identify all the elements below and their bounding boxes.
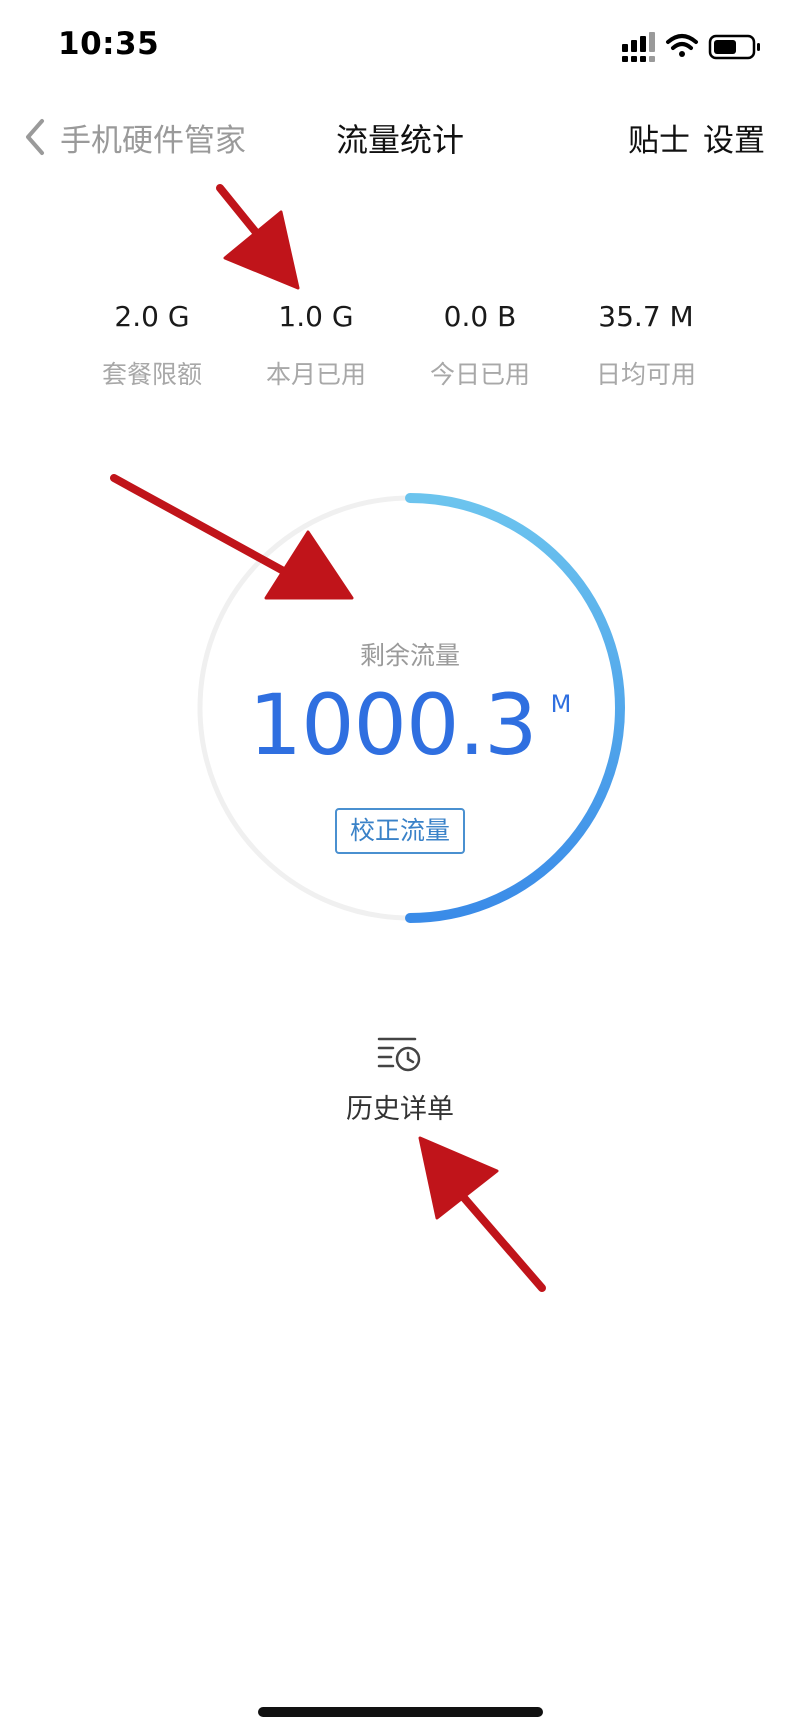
stat-value: 0.0 B: [443, 300, 517, 333]
stat-value: 2.0 G: [114, 300, 190, 333]
annotation-arrow: [216, 184, 300, 290]
settings-button[interactable]: 设置: [703, 115, 765, 160]
remaining-traffic-gauge: 剩余流量 1000.3 M 校正流量: [180, 478, 640, 938]
remaining-unit: M: [550, 690, 572, 718]
stat-caption: 套餐限额: [101, 360, 202, 389]
chevron-left-icon: [26, 119, 44, 155]
history-details-button[interactable]: 历史详单: [300, 1035, 500, 1126]
status-bar: 10:35: [0, 0, 800, 100]
back-button[interactable]: 手机硬件管家: [22, 112, 246, 162]
status-icons: [620, 30, 770, 64]
battery-icon: [708, 34, 760, 60]
stat-caption: 今日已用: [429, 360, 530, 389]
back-label: 手机硬件管家: [60, 122, 246, 159]
stat-value: 35.7 M: [598, 300, 694, 333]
tips-button[interactable]: 贴士: [628, 115, 690, 160]
stat-caption: 日均可用: [595, 360, 696, 389]
home-indicator: [258, 1707, 543, 1717]
cellular-signal-icon: [622, 32, 655, 62]
traffic-stats-screen: 10:35 手机硬件管家 流量统计 贴士 设置 2.0 G 套餐限额 1.0 G…: [0, 0, 800, 1731]
history-label: 历史详单: [346, 1094, 454, 1125]
stat-caption: 本月已用: [265, 360, 366, 389]
page-title: 流量统计: [335, 121, 464, 159]
stat-plan-limit: 2.0 G 套餐限额: [72, 300, 232, 391]
remaining-value: 1000.3 M: [180, 676, 640, 774]
annotation-arrow: [418, 1136, 546, 1292]
status-time: 10:35: [58, 26, 160, 62]
usage-stats: 2.0 G 套餐限额 1.0 G 本月已用 0.0 B 今日已用 35.7 M …: [72, 300, 732, 400]
stat-today-used: 0.0 B 今日已用: [400, 300, 560, 391]
stat-daily-available: 35.7 M 日均可用: [566, 300, 726, 391]
stat-month-used: 1.0 G 本月已用: [236, 300, 396, 391]
history-list-icon: [377, 1037, 421, 1072]
wifi-icon: [666, 34, 698, 57]
calibrate-traffic-button[interactable]: 校正流量: [335, 808, 465, 854]
remaining-number: 1000.3: [248, 676, 538, 774]
remaining-label: 剩余流量: [359, 641, 460, 670]
stat-value: 1.0 G: [278, 300, 354, 333]
